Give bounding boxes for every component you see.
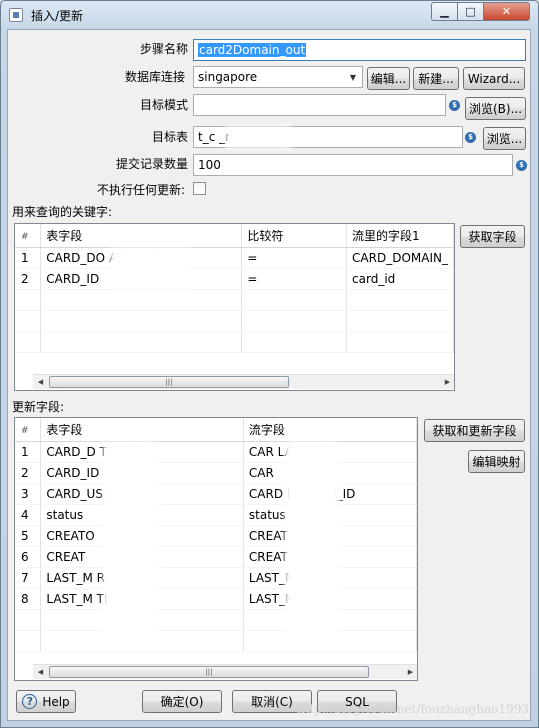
update-section-label: 更新字段: — [12, 400, 65, 414]
maximize-button[interactable]: □ — [457, 2, 484, 21]
row-number: 1 — [15, 441, 42, 463]
scroll-left-icon[interactable]: ◀ — [33, 665, 48, 679]
column-header[interactable]: 比较符 — [241, 224, 348, 248]
help-button-label: Help — [42, 694, 70, 709]
row-number: 6 — [15, 546, 42, 568]
update-table[interactable]: # 表字段 流字段 1CARD_D TION_IDCAR LATION_I 2C… — [14, 417, 418, 681]
scroll-right-icon[interactable]: ▶ — [403, 665, 417, 679]
row-number: 4 — [15, 504, 42, 526]
table-row[interactable]: 6 CREAT CREAT E — [15, 546, 417, 568]
table-row[interactable]: 7 LAST_M R LAST_M ER — [15, 567, 417, 589]
no-update-label: 不执行任何更新: — [96, 183, 185, 197]
row-number: 2 — [15, 462, 42, 484]
key-table[interactable]: # 表字段 比较符 流里的字段1 1 CARD_DO ATION_ID = CA… — [14, 223, 455, 391]
db-connection-value: singapore — [198, 70, 258, 84]
row-number: 7 — [15, 567, 42, 589]
horizontal-scrollbar[interactable]: ◀ ||| ▶ — [33, 374, 454, 389]
app-icon — [9, 8, 23, 22]
table-cell[interactable]: = — [241, 268, 348, 290]
row-number: 5 — [15, 525, 42, 547]
dialog-client: 步骤名称 card2Domain_out 数据库连接 singapore ▼ 编… — [7, 29, 531, 721]
window-title: 插入/更新 — [31, 9, 84, 23]
db-connection-select[interactable]: singapore ▼ — [193, 66, 363, 88]
variable-icon: $ — [465, 132, 476, 143]
watermark: http://blog.csdn.net/fouzhanghao1993 — [297, 702, 529, 716]
commit-size-label: 提交记录数量 — [115, 157, 188, 171]
step-name-label: 步骤名称 — [139, 42, 188, 56]
commit-size-input[interactable]: 100 — [193, 154, 513, 176]
table-cell[interactable]: = — [241, 247, 348, 269]
browse-table-button[interactable]: 浏览... — [483, 127, 526, 150]
target-table-label: 目标表 — [151, 130, 188, 144]
table-row[interactable]: 2 CARD_ID CAR — [15, 462, 417, 484]
table-row[interactable]: 5 CREATO CREAT — [15, 525, 417, 547]
redaction-blur — [226, 126, 291, 148]
minimize-button[interactable]: ▁ — [431, 2, 458, 21]
row-number: 8 — [15, 588, 42, 610]
table-row[interactable]: 1 CARD_DO ATION_ID = CARD_DOMAIN_ — [15, 247, 454, 269]
row-number: 3 — [15, 483, 42, 505]
table-row[interactable]: 1CARD_D TION_IDCAR LATION_I — [15, 441, 417, 463]
column-header[interactable]: # — [15, 224, 42, 248]
table-row[interactable]: 8LAST_M TIMELAST_M _TIME — [15, 588, 417, 610]
column-header[interactable]: 表字段 — [40, 224, 243, 248]
table-header: # 表字段 流字段 — [15, 418, 417, 442]
get-fields-button[interactable]: 获取字段 — [460, 225, 525, 248]
column-header[interactable]: # — [15, 418, 42, 442]
edit-mapping-button[interactable]: 编辑映射 — [468, 450, 525, 473]
redaction-blur — [110, 248, 190, 288]
no-update-checkbox[interactable] — [193, 182, 206, 195]
table-row[interactable]: 2 CARD_ID = card_id — [15, 268, 454, 290]
key-section-label: 用来查询的关键字: — [12, 205, 113, 219]
db-connection-label: 数据库连接 — [124, 70, 185, 84]
wizard-button[interactable]: Wizard... — [463, 67, 525, 90]
close-button[interactable]: ✕ — [483, 2, 530, 21]
column-header[interactable]: 流里的字段1 — [346, 224, 454, 248]
step-name-value: card2Domain_out — [198, 43, 307, 57]
column-header[interactable]: 流字段 — [243, 418, 417, 442]
redaction-blur — [285, 442, 340, 642]
table-cell[interactable]: card_id — [346, 268, 454, 290]
table-row[interactable]: 4 status status — [15, 504, 417, 526]
dropdown-arrow-icon[interactable]: ▼ — [344, 67, 362, 87]
scroll-right-icon[interactable]: ▶ — [440, 375, 454, 389]
get-update-fields-button[interactable]: 获取和更新字段 — [424, 419, 525, 442]
row-number: 1 — [15, 247, 42, 269]
variable-icon: $ — [516, 160, 527, 171]
ok-button[interactable]: 确定(O) — [142, 690, 222, 713]
row-number: 2 — [15, 268, 42, 290]
horizontal-scrollbar[interactable]: ◀ ||| ▶ — [33, 664, 417, 679]
scroll-thumb[interactable]: ||| — [49, 666, 369, 678]
scroll-thumb[interactable]: ||| — [49, 376, 289, 388]
table-row[interactable]: 3CARD_US AIN_IDCARD DOMAIN_ID — [15, 483, 417, 505]
column-header[interactable]: 表字段 — [40, 418, 244, 442]
browse-schema-button[interactable]: 浏览(B)... — [465, 97, 526, 120]
scroll-left-icon[interactable]: ◀ — [33, 375, 48, 389]
help-icon: ? — [22, 694, 38, 709]
table-header: # 表字段 比较符 流里的字段1 — [15, 224, 454, 248]
variable-icon: $ — [449, 100, 460, 111]
step-name-input[interactable]: card2Domain_out — [193, 39, 526, 61]
target-schema-label: 目标模式 — [139, 98, 188, 112]
new-connection-button[interactable]: 新建... — [413, 67, 459, 90]
table-cell[interactable]: CARD_DOMAIN_ — [346, 247, 454, 269]
redaction-blur — [103, 442, 158, 642]
title-bar[interactable]: 插入/更新 ▁ □ ✕ — [1, 1, 538, 29]
edit-connection-button[interactable]: 编辑... — [367, 67, 410, 90]
help-button[interactable]: ? Help — [16, 690, 76, 713]
target-schema-input[interactable] — [193, 94, 446, 116]
